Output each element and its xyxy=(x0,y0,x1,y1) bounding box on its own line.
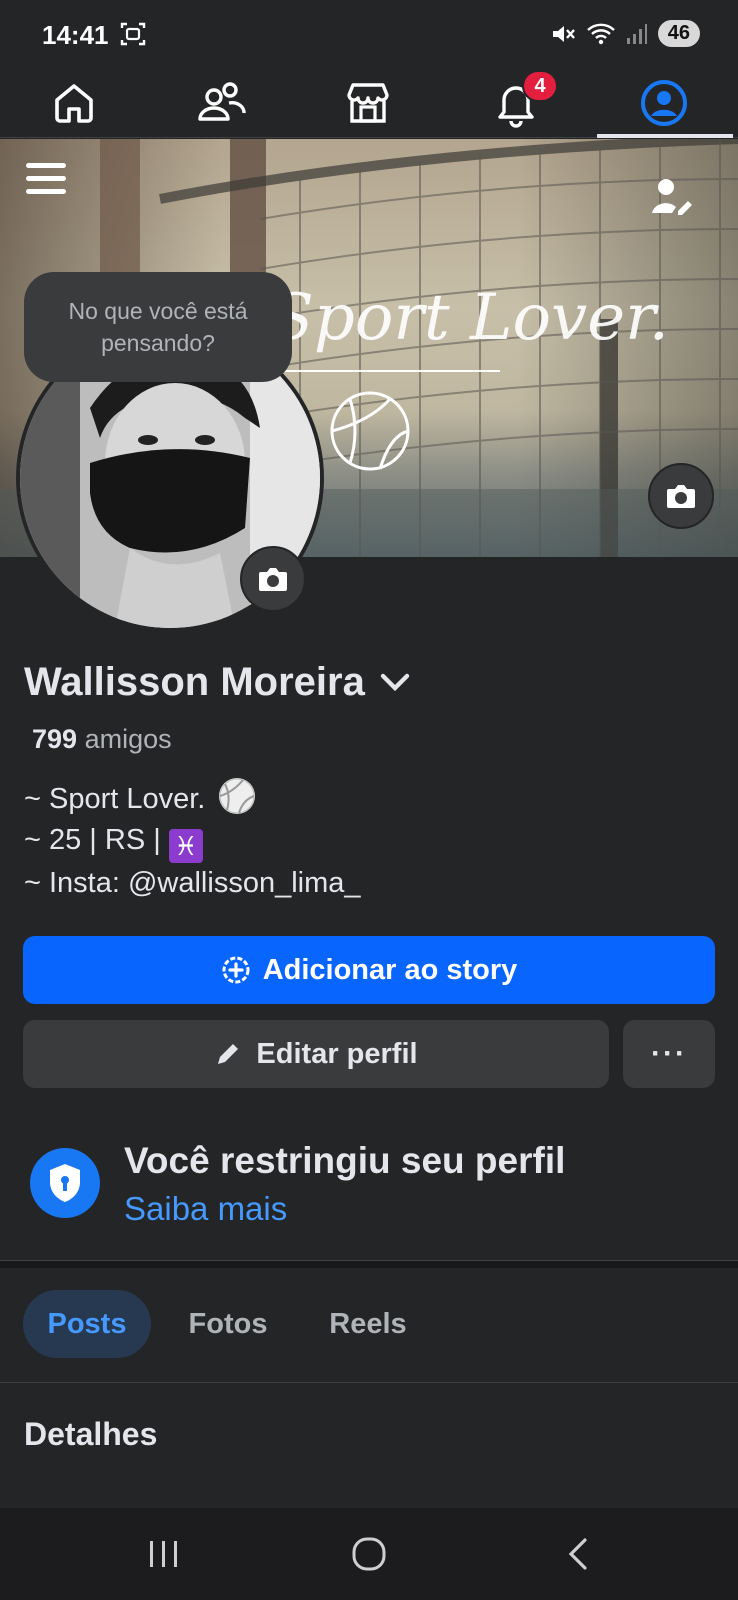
shield-badge xyxy=(30,1148,100,1218)
add-story-icon xyxy=(222,956,250,984)
home-button[interactable] xyxy=(339,1532,399,1576)
nav-friends[interactable] xyxy=(162,70,282,136)
menu-icon[interactable] xyxy=(24,159,68,199)
bio-line-2-text: ~ 25 | RS | xyxy=(24,824,161,856)
friends-icon xyxy=(198,82,246,121)
cover-camera-button[interactable] xyxy=(648,463,714,529)
camera-icon xyxy=(667,485,695,508)
cover-script-text: Sport Lover. xyxy=(270,281,669,355)
back-chevron-icon xyxy=(568,1538,587,1570)
add-to-story-label: Adicionar ao story xyxy=(262,953,518,986)
profile-name: Wallisson Moreira xyxy=(24,660,365,704)
tabs-divider xyxy=(0,1382,738,1383)
profile-name-row[interactable]: Wallisson Moreira xyxy=(24,660,411,705)
volleyball-emoji-icon xyxy=(219,778,256,814)
add-to-story-button[interactable]: Adicionar ao story xyxy=(23,936,715,1004)
learn-more-link[interactable]: Saiba mais xyxy=(124,1190,287,1228)
camera-icon xyxy=(259,568,287,591)
status-time: 14:41 xyxy=(42,20,109,50)
tab-reels[interactable]: Reels xyxy=(312,1290,424,1358)
edit-profile-button[interactable]: Editar perfil xyxy=(23,1020,609,1088)
avatar-camera-button[interactable] xyxy=(240,546,306,612)
system-nav-bar xyxy=(0,1508,738,1600)
more-options-label: ··· xyxy=(651,1037,687,1070)
edit-user-icon[interactable] xyxy=(650,177,694,217)
battery-level: 46 xyxy=(657,20,700,47)
friends-count[interactable]: 799 amigos xyxy=(32,724,172,755)
back-button[interactable] xyxy=(548,1532,608,1576)
recent-apps-button[interactable] xyxy=(134,1532,194,1576)
top-nav: 4 xyxy=(0,70,738,138)
shield-lock-icon xyxy=(50,1164,80,1202)
more-options-button[interactable]: ··· xyxy=(623,1020,715,1088)
profile-icon xyxy=(641,80,687,126)
nav-home[interactable] xyxy=(14,70,134,136)
screenshot-icon xyxy=(120,22,146,46)
nav-notifications[interactable]: 4 xyxy=(456,70,576,136)
recent-apps-icon xyxy=(150,1541,177,1567)
bio-line-1-text: ~ Sport Lover. xyxy=(24,783,206,815)
status-bar: 14:41 46 xyxy=(0,0,738,70)
nav-marketplace[interactable] xyxy=(308,70,428,136)
marketplace-icon xyxy=(347,83,389,123)
bio-line-3: ~ Insta: @wallisson_lima_ xyxy=(24,867,361,899)
notification-badge: 4 xyxy=(522,70,558,102)
bio-line-1: ~ Sport Lover. xyxy=(24,778,361,820)
friends-label: amigos xyxy=(84,724,172,754)
bio: ~ Sport Lover. ~ 25 | RS | ♓ ~ Insta: @w… xyxy=(24,778,361,904)
nav-active-indicator xyxy=(597,134,733,138)
friends-number: 799 xyxy=(32,724,78,754)
profile-tabs: Posts Fotos Reels xyxy=(0,1290,738,1382)
status-prompt-bubble[interactable]: No que você está pensando? xyxy=(24,272,292,382)
restriction-title: Você restringiu seu perfil xyxy=(124,1140,566,1181)
details-heading: Detalhes xyxy=(24,1416,158,1452)
wifi-icon xyxy=(586,23,615,44)
section-divider xyxy=(0,1260,738,1268)
home-circle-icon xyxy=(352,1537,386,1571)
volleyball-icon xyxy=(330,391,410,471)
bio-line-2: ~ 25 | RS | ♓ xyxy=(24,820,361,863)
tab-photos[interactable]: Fotos xyxy=(172,1290,284,1358)
edit-profile-label: Editar perfil xyxy=(256,1037,418,1070)
tab-posts[interactable]: Posts xyxy=(23,1290,151,1358)
chevron-down-icon[interactable] xyxy=(379,672,411,694)
nav-profile[interactable] xyxy=(604,70,724,136)
signal-icon xyxy=(626,23,647,44)
mute-icon xyxy=(552,25,575,42)
home-icon xyxy=(55,84,93,123)
pisces-icon: ♓ xyxy=(168,829,203,863)
pencil-icon xyxy=(218,1044,239,1064)
